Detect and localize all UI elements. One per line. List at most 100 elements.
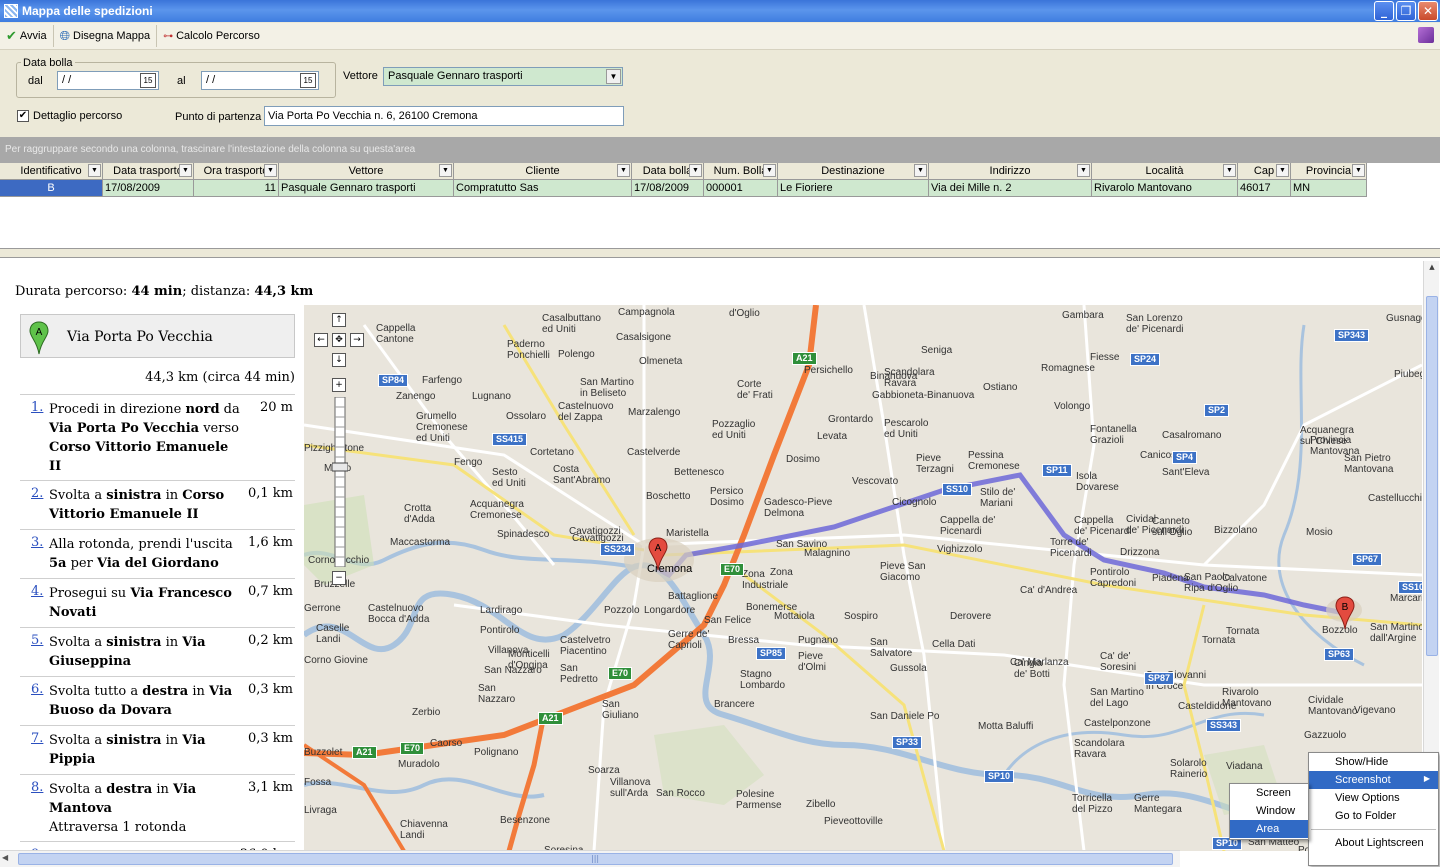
marker-a-icon[interactable]: A — [648, 537, 668, 571]
globe-icon: 🌐︎ — [59, 28, 71, 43]
filter-dropdown-icon[interactable]: ▼ — [179, 164, 192, 177]
filter-dropdown-icon[interactable]: ▼ — [439, 164, 452, 177]
column-header[interactable]: Identificativo ▼ — [0, 163, 103, 180]
step-number-link[interactable]: 8. — [31, 780, 43, 795]
column-header[interactable]: Num. Bolla ▼ — [704, 163, 778, 180]
table-cell[interactable]: Le Fioriere — [778, 180, 929, 197]
start-point-input[interactable]: Via Porta Po Vecchia n. 6, 26100 Cremona — [264, 106, 624, 126]
filter-dropdown-icon[interactable]: ▼ — [1352, 164, 1365, 177]
start-button[interactable]: ✔ Avvia — [0, 25, 54, 47]
road-shield: SP10 — [984, 770, 1015, 783]
carrier-select[interactable]: Pasquale Gennaro trasporti ▼ — [383, 67, 623, 86]
calendar-icon[interactable]: 15 — [140, 73, 156, 88]
submenu-item[interactable]: Screen — [1230, 784, 1308, 802]
table-cell[interactable]: Pasquale Gennaro trasporti — [279, 180, 454, 197]
zoom-out-icon[interactable]: − — [332, 571, 346, 585]
table-cell[interactable]: 46017 — [1238, 180, 1291, 197]
filter-dropdown-icon[interactable]: ▼ — [264, 164, 277, 177]
column-header[interactable]: Provincia ▼ — [1291, 163, 1367, 180]
map-place-label: Longardore — [644, 605, 696, 616]
pan-up-icon[interactable]: ↑ — [332, 313, 346, 327]
filter-dropdown-icon[interactable]: ▼ — [1077, 164, 1090, 177]
filter-dropdown-icon[interactable]: ▼ — [763, 164, 776, 177]
filter-dropdown-icon[interactable]: ▼ — [617, 164, 630, 177]
calc-route-button[interactable]: ⊶ Calcolo Percorso — [157, 25, 266, 47]
map-place-label: Spinadesco — [497, 529, 550, 540]
table-cell[interactable]: B — [0, 180, 103, 197]
menu-item[interactable]: About Lightscreen — [1309, 834, 1438, 852]
step-text: Svolta a sinistra in Via Pippia — [49, 733, 206, 767]
book-icon[interactable] — [1418, 27, 1434, 43]
scroll-left-icon[interactable]: ◀ — [2, 853, 8, 862]
column-header[interactable]: Data bolla ▼ — [632, 163, 704, 180]
column-header[interactable]: Data trasporto ▼ — [103, 163, 194, 180]
filter-dropdown-icon[interactable]: ▼ — [1223, 164, 1236, 177]
menu-item[interactable]: Go to Folder — [1309, 807, 1438, 825]
column-header[interactable]: Indirizzo ▼ — [929, 163, 1092, 180]
submenu-item[interactable]: Area — [1230, 820, 1308, 838]
table-cell[interactable]: Rivarolo Mantovano — [1092, 180, 1238, 197]
step-number-link[interactable]: 1. — [31, 400, 43, 415]
step-number-link[interactable]: 6. — [31, 682, 43, 697]
horizontal-scrollbar[interactable]: ◀ ||| — [0, 850, 1180, 867]
group-by-hint[interactable]: Per raggruppare secondo una colonna, tra… — [0, 137, 1440, 163]
step-number-link[interactable]: 7. — [31, 731, 43, 746]
to-date-field[interactable]: / / 15 — [201, 71, 319, 90]
menu-item[interactable]: Screenshot ▶ — [1309, 771, 1438, 789]
pan-left-icon[interactable]: ← — [314, 333, 328, 347]
pan-center-icon[interactable]: ✥ — [332, 333, 346, 347]
restore-button[interactable]: ❐ — [1396, 1, 1416, 21]
checkmark-icon: ✔ — [6, 28, 17, 43]
table-cell[interactable]: Compratutto Sas — [454, 180, 632, 197]
column-header[interactable]: Località ▼ — [1092, 163, 1238, 180]
svg-text:B: B — [1342, 602, 1349, 613]
map-view[interactable]: Casalbuttano ed Uniti Campagnola d'Oglio Ca… — [304, 305, 1422, 851]
step-number-link[interactable]: 5. — [31, 633, 43, 648]
column-header[interactable]: Ora trasporto ▼ — [194, 163, 279, 180]
submenu-item[interactable]: Window — [1230, 802, 1308, 820]
pan-right-icon[interactable]: → — [350, 333, 364, 347]
column-header[interactable]: Destinazione ▼ — [778, 163, 929, 180]
marker-b-icon[interactable]: B — [1335, 596, 1355, 630]
menu-item-label: Go to Folder — [1335, 810, 1397, 822]
map-place-label: Lardirago — [480, 605, 523, 616]
filter-dropdown-icon[interactable]: ▼ — [1276, 164, 1289, 177]
column-header[interactable]: Cap ▼ — [1238, 163, 1291, 180]
draw-map-button[interactable]: 🌐︎ Disegna Mappa — [54, 25, 158, 47]
map-place-label: Polignano — [474, 747, 519, 758]
table-row[interactable]: B 17/08/2009 11 Pasquale Gennaro trasporti C… — [0, 180, 1367, 197]
vertical-scroll-thumb[interactable] — [1426, 296, 1438, 656]
table-cell[interactable]: 17/08/2009 — [632, 180, 704, 197]
step-number-link[interactable]: 4. — [31, 584, 43, 599]
map-place-label: Ostiano — [983, 382, 1018, 393]
minimize-button[interactable]: _ — [1374, 1, 1394, 21]
column-header[interactable]: Vettore ▼ — [279, 163, 454, 180]
scroll-up-icon[interactable]: ▲ — [1426, 263, 1438, 275]
route-detail-checkbox[interactable]: ✔ — [17, 110, 29, 122]
table-cell[interactable]: 17/08/2009 — [103, 180, 194, 197]
map-place-label: Scandolara Ravara — [1074, 738, 1125, 760]
table-cell[interactable]: 11 — [194, 180, 279, 197]
from-date-field[interactable]: / / 15 — [57, 71, 159, 90]
column-header[interactable]: Cliente ▼ — [454, 163, 632, 180]
close-button[interactable]: ✕ — [1418, 1, 1438, 21]
filter-dropdown-icon[interactable]: ▼ — [88, 164, 101, 177]
chevron-down-icon[interactable]: ▼ — [606, 69, 621, 84]
submenu-arrow-icon: ▶ — [1423, 774, 1430, 783]
pan-down-icon[interactable]: ↓ — [332, 353, 346, 367]
step-number-link[interactable]: 3. — [31, 535, 43, 550]
calendar-icon[interactable]: 15 — [300, 73, 316, 88]
menu-item[interactable]: View Options — [1309, 789, 1438, 807]
zoom-slider[interactable] — [332, 397, 348, 567]
map-place-label: Provincia Mantovana — [1310, 435, 1360, 457]
step-number-link[interactable]: 2. — [31, 486, 43, 501]
horizontal-scroll-thumb[interactable]: ||| — [18, 853, 1173, 865]
step-text: Alla rotonda, prendi l'uscita 5a per Via… — [49, 537, 233, 571]
filter-dropdown-icon[interactable]: ▼ — [689, 164, 702, 177]
zoom-in-icon[interactable]: + — [332, 378, 346, 392]
filter-dropdown-icon[interactable]: ▼ — [914, 164, 927, 177]
table-cell[interactable]: 000001 — [704, 180, 778, 197]
table-cell[interactable]: Via dei Mille n. 2 — [929, 180, 1092, 197]
table-cell[interactable]: MN — [1291, 180, 1367, 197]
menu-item[interactable]: Show/Hide — [1309, 753, 1438, 771]
